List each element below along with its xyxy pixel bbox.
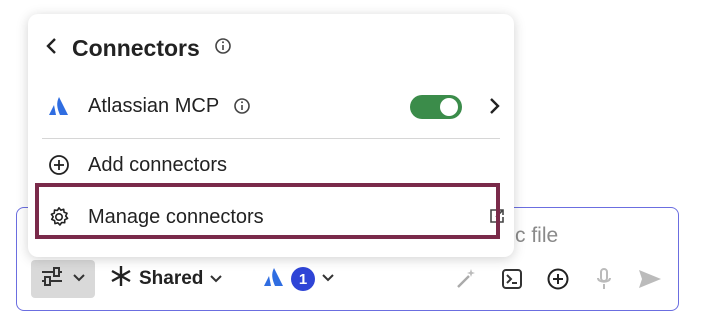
chevron-down-icon — [321, 270, 335, 288]
toggle-knob — [440, 98, 458, 116]
add-connectors-label: Add connectors — [88, 153, 227, 176]
info-icon[interactable] — [214, 37, 232, 60]
send-icon[interactable] — [636, 265, 664, 293]
connector-toggle[interactable] — [410, 95, 462, 119]
add-connectors-item[interactable]: Add connectors — [48, 145, 500, 185]
menu-divider — [42, 138, 500, 139]
atlassian-icon — [48, 95, 72, 117]
info-icon[interactable] — [233, 97, 251, 115]
connector-count-badge: 1 — [291, 267, 315, 291]
chevron-right-icon[interactable] — [488, 96, 500, 121]
sparkle-asterisk-icon — [109, 264, 133, 294]
back-chevron-icon[interactable] — [44, 36, 58, 61]
atlassian-icon — [263, 266, 285, 293]
composer-toolbar: Shared 1 — [31, 260, 664, 298]
connector-row-atlassian[interactable]: Atlassian MCP — [48, 86, 500, 126]
composer-actions — [452, 260, 664, 298]
shared-label: Shared — [139, 268, 204, 289]
shared-button[interactable]: Shared — [109, 260, 223, 298]
add-circle-icon — [48, 154, 72, 176]
connectors-button[interactable]: 1 — [263, 260, 335, 298]
microphone-icon[interactable] — [590, 265, 618, 293]
chevron-down-icon — [72, 270, 86, 288]
sliders-icon — [40, 266, 64, 292]
magic-wand-icon[interactable] — [452, 265, 480, 293]
add-circle-icon[interactable] — [544, 265, 572, 293]
menu-title: Connectors — [72, 34, 200, 61]
highlight-box — [35, 183, 500, 239]
chevron-down-icon — [209, 268, 223, 290]
connector-label: Atlassian MCP — [88, 94, 220, 117]
menu-header: Connectors — [44, 30, 232, 66]
tools-button[interactable] — [31, 260, 95, 298]
terminal-icon[interactable] — [498, 265, 526, 293]
